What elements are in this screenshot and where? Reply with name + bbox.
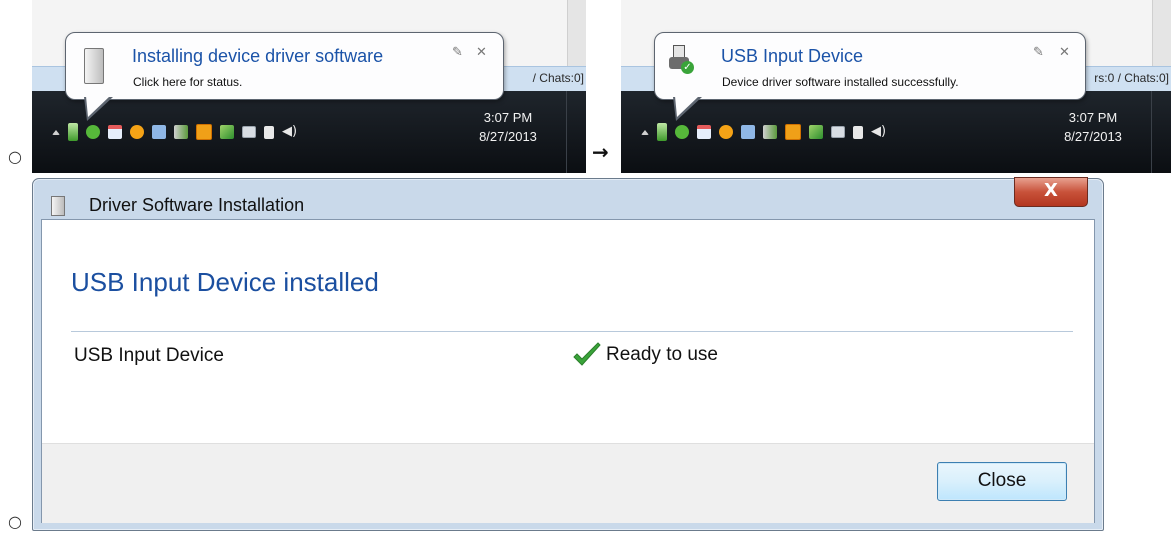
background-status-text: rs:0 / Chats:0] bbox=[1094, 71, 1169, 85]
green-shield-icon[interactable] bbox=[86, 125, 100, 139]
balloon-pin-icon[interactable]: ✎ bbox=[452, 45, 463, 60]
notification-balloon[interactable]: Installing device driver software Click … bbox=[65, 32, 504, 100]
usb-device-icon bbox=[84, 48, 104, 84]
balloon-close-icon[interactable]: ✕ bbox=[1059, 45, 1070, 60]
balloon-text: Click here for status. bbox=[133, 75, 243, 89]
balloon-tail-fill bbox=[675, 96, 699, 117]
network-icon[interactable] bbox=[242, 126, 256, 138]
calendar-icon[interactable] bbox=[108, 125, 122, 139]
sun-icon[interactable] bbox=[719, 125, 733, 139]
sun-icon[interactable] bbox=[130, 125, 144, 139]
taskbar-divider bbox=[566, 91, 567, 173]
dialog-titlebar[interactable]: Driver Software Installation X bbox=[33, 177, 1103, 217]
calendar-icon[interactable] bbox=[697, 125, 711, 139]
notification-balloon[interactable]: ✓ USB Input Device Device driver softwar… bbox=[654, 32, 1086, 100]
heading-separator bbox=[71, 331, 1073, 332]
device-status: Ready to use bbox=[572, 342, 718, 368]
usb-device-icon[interactable] bbox=[174, 125, 188, 139]
clock-date: 8/27/2013 bbox=[1064, 129, 1122, 144]
device-name: USB Input Device bbox=[74, 345, 224, 366]
usb-plug-icon: ✓ bbox=[669, 45, 694, 75]
taskbar-screenshot-installing: / Chats:0] ◀) 3:07 PM 8/27/2013 Installi… bbox=[32, 0, 586, 173]
close-icon: X bbox=[1044, 180, 1058, 201]
balloon-close-icon[interactable]: ✕ bbox=[476, 45, 487, 60]
dialog-title: Driver Software Installation bbox=[89, 195, 305, 215]
list-bullet: ○ bbox=[8, 147, 22, 166]
taskbar-clock[interactable]: 3:07 PM 8/27/2013 bbox=[1053, 108, 1133, 146]
balloon-pin-icon[interactable]: ✎ bbox=[1033, 45, 1044, 60]
sequence-arrow: → bbox=[592, 140, 609, 164]
taskbar-screenshot-installed: rs:0 / Chats:0] ◀) 3:07 PM 8/27/2013 ✓ U… bbox=[621, 0, 1171, 173]
taskbar-clock[interactable]: 3:07 PM 8/27/2013 bbox=[468, 108, 548, 146]
check-icon bbox=[573, 342, 601, 366]
outlook-icon[interactable] bbox=[196, 124, 212, 140]
volume-icon[interactable]: ◀) bbox=[282, 125, 298, 139]
document-icon[interactable] bbox=[152, 125, 166, 139]
usb-device-icon[interactable] bbox=[763, 125, 777, 139]
dialog-footer: Close bbox=[42, 443, 1094, 523]
close-button[interactable]: Close bbox=[937, 462, 1067, 501]
balloon-tail-fill bbox=[86, 96, 110, 117]
device-icon bbox=[51, 196, 65, 216]
clock-time: 3:07 PM bbox=[483, 110, 533, 125]
power-icon[interactable] bbox=[853, 125, 863, 139]
background-scrollbar bbox=[567, 0, 586, 66]
dialog-content: USB Input Device installed USB Input Dev… bbox=[41, 219, 1095, 523]
check-badge-icon: ✓ bbox=[681, 61, 694, 74]
background-scrollbar bbox=[1152, 0, 1171, 66]
balloon-title: Installing device driver software bbox=[132, 46, 384, 66]
network-icon[interactable] bbox=[831, 126, 845, 138]
balloon-text: Device driver software installed success… bbox=[722, 75, 959, 89]
dialog-heading: USB Input Device installed bbox=[71, 267, 379, 297]
window-close-button[interactable]: X bbox=[1014, 177, 1088, 207]
clock-time: 3:07 PM bbox=[1068, 110, 1118, 125]
balloon-title: USB Input Device bbox=[721, 46, 864, 66]
volume-icon[interactable]: ◀) bbox=[871, 125, 887, 139]
power-icon[interactable] bbox=[264, 125, 274, 139]
usb-device-tray-icon[interactable] bbox=[68, 123, 78, 141]
document-icon[interactable] bbox=[741, 125, 755, 139]
system-tray: ◀) bbox=[52, 122, 298, 142]
usb-device-tray-icon[interactable] bbox=[657, 123, 667, 141]
device-status-text: Ready to use bbox=[606, 344, 718, 365]
show-hidden-icons-arrow-icon[interactable] bbox=[641, 129, 649, 135]
taskbar-divider bbox=[1151, 91, 1152, 173]
clock-date: 8/27/2013 bbox=[479, 129, 537, 144]
list-bullet: ○ bbox=[8, 512, 22, 531]
outlook-icon[interactable] bbox=[785, 124, 801, 140]
sync-icon[interactable] bbox=[809, 125, 823, 139]
system-tray: ◀) bbox=[641, 122, 887, 142]
show-hidden-icons-arrow-icon[interactable] bbox=[52, 129, 60, 135]
driver-installation-dialog: Driver Software Installation X USB Input… bbox=[32, 177, 1104, 531]
background-status-text: / Chats:0] bbox=[532, 71, 584, 85]
green-shield-icon[interactable] bbox=[675, 125, 689, 139]
sync-icon[interactable] bbox=[220, 125, 234, 139]
